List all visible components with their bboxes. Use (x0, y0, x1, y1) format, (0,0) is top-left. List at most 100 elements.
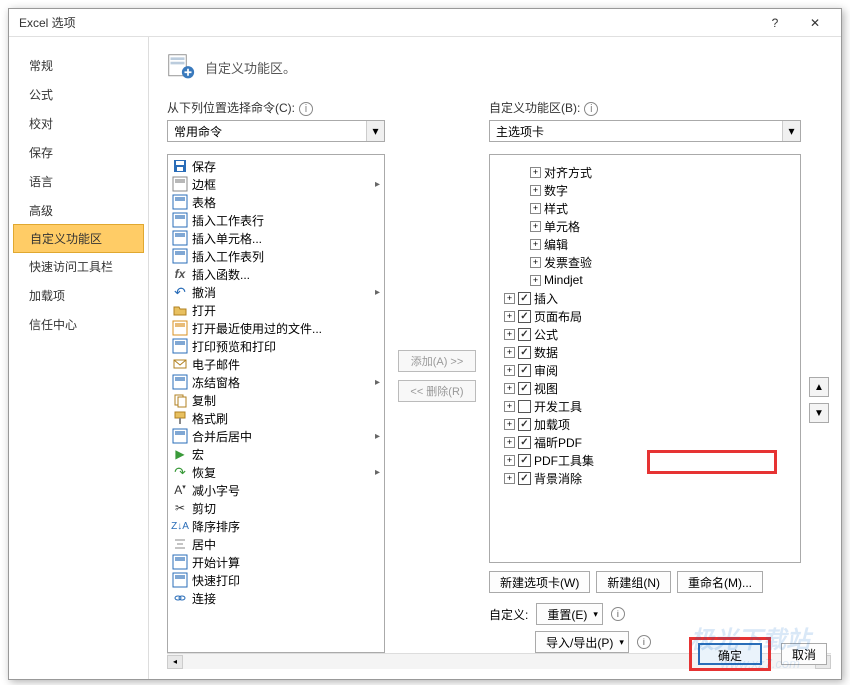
expand-icon[interactable]: + (530, 203, 541, 214)
tree-tab-item[interactable]: +PDF工具集 (496, 451, 794, 469)
expand-icon[interactable]: + (504, 455, 515, 466)
tree-group-item[interactable]: +Mindjet (496, 271, 794, 289)
expand-icon[interactable]: + (530, 185, 541, 196)
expand-icon[interactable]: + (504, 365, 515, 376)
checkbox[interactable] (518, 418, 531, 431)
tree-group-item[interactable]: +样式 (496, 199, 794, 217)
choose-from-dropdown[interactable]: 常用命令 ▾ (167, 120, 385, 142)
sidebar-item[interactable]: 校对 (9, 109, 148, 138)
command-item[interactable]: 插入工作表列 (170, 247, 382, 265)
tree-group-item[interactable]: +单元格 (496, 217, 794, 235)
import-export-button[interactable]: 导入/导出(P) (535, 631, 629, 653)
sidebar-item[interactable]: 语言 (9, 167, 148, 196)
expand-icon[interactable]: + (504, 329, 515, 340)
expand-icon[interactable]: + (504, 437, 515, 448)
command-item[interactable]: 合并后居中▸ (170, 427, 382, 445)
checkbox[interactable] (518, 472, 531, 485)
expand-icon[interactable]: + (504, 311, 515, 322)
reset-button[interactable]: 重置(E) (536, 603, 603, 625)
expand-icon[interactable]: + (530, 167, 541, 178)
expand-icon[interactable]: + (504, 383, 515, 394)
ribbon-tabs-dropdown[interactable]: 主选项卡 ▾ (489, 120, 801, 142)
info-icon[interactable]: i (611, 607, 625, 621)
rename-button[interactable]: 重命名(M)... (677, 571, 763, 593)
info-icon[interactable]: i (637, 635, 651, 649)
sidebar-item[interactable]: 加载项 (9, 281, 148, 310)
command-item[interactable]: 格式刷 (170, 409, 382, 427)
sidebar-item[interactable]: 保存 (9, 138, 148, 167)
ok-button[interactable]: 确定 (698, 643, 762, 665)
expand-icon[interactable]: + (504, 419, 515, 430)
expand-icon[interactable]: + (530, 275, 541, 286)
move-down-button[interactable]: ▼ (809, 403, 829, 423)
command-item[interactable]: 打印预览和打印 (170, 337, 382, 355)
command-item[interactable]: 插入单元格... (170, 229, 382, 247)
tree-tab-item[interactable]: +福昕PDF (496, 433, 794, 451)
expand-icon[interactable]: + (504, 473, 515, 484)
expand-icon[interactable]: + (504, 347, 515, 358)
tree-group-item[interactable]: +数字 (496, 181, 794, 199)
command-item[interactable]: 电子邮件 (170, 355, 382, 373)
tree-tab-item[interactable]: +公式 (496, 325, 794, 343)
checkbox[interactable] (518, 382, 531, 395)
move-up-button[interactable]: ▲ (809, 377, 829, 397)
command-item[interactable]: 复制 (170, 391, 382, 409)
tree-group-item[interactable]: +发票查验 (496, 253, 794, 271)
checkbox[interactable] (518, 310, 531, 323)
tree-tab-item[interactable]: +背景消除 (496, 469, 794, 487)
command-item[interactable]: 快速打印 (170, 571, 382, 589)
command-item[interactable]: 边框▸ (170, 175, 382, 193)
scroll-left-icon[interactable]: ◂ (167, 655, 183, 669)
checkbox[interactable] (518, 400, 531, 413)
sidebar-item[interactable]: 常规 (9, 51, 148, 80)
sidebar-item[interactable]: 公式 (9, 80, 148, 109)
command-item[interactable]: 连接 (170, 589, 382, 607)
sidebar-item[interactable]: 高级 (9, 196, 148, 225)
tree-tab-item[interactable]: +开发工具 (496, 397, 794, 415)
command-item[interactable]: 保存 (170, 157, 382, 175)
command-item[interactable]: Z↓A降序排序 (170, 517, 382, 535)
command-item[interactable]: 插入工作表行 (170, 211, 382, 229)
checkbox[interactable] (518, 346, 531, 359)
expand-icon[interactable]: + (530, 257, 541, 268)
command-item[interactable]: 表格 (170, 193, 382, 211)
command-item[interactable]: 打开 (170, 301, 382, 319)
ribbon-tree[interactable]: +对齐方式+数字+样式+单元格+编辑+发票查验+Mindjet+插入+页面布局+… (489, 154, 801, 563)
tree-group-item[interactable]: +对齐方式 (496, 163, 794, 181)
close-button[interactable]: ✕ (795, 9, 835, 37)
command-item[interactable]: A▾减小字号 (170, 481, 382, 499)
tree-tab-item[interactable]: +页面布局 (496, 307, 794, 325)
cancel-button[interactable]: 取消 (781, 643, 827, 665)
command-item[interactable]: 冻结窗格▸ (170, 373, 382, 391)
tree-tab-item[interactable]: +视图 (496, 379, 794, 397)
expand-icon[interactable]: + (530, 239, 541, 250)
checkbox[interactable] (518, 364, 531, 377)
info-icon[interactable]: i (584, 102, 598, 116)
tree-tab-item[interactable]: +插入 (496, 289, 794, 307)
command-item[interactable]: 居中 (170, 535, 382, 553)
command-item[interactable]: ✂剪切 (170, 499, 382, 517)
remove-button[interactable]: << 删除(R) (398, 380, 476, 402)
expand-icon[interactable]: + (504, 293, 515, 304)
expand-icon[interactable]: + (504, 401, 515, 412)
command-item[interactable]: 打开最近使用过的文件... (170, 319, 382, 337)
new-tab-button[interactable]: 新建选项卡(W) (489, 571, 590, 593)
command-item[interactable]: 开始计算 (170, 553, 382, 571)
sidebar-item[interactable]: 信任中心 (9, 310, 148, 339)
checkbox[interactable] (518, 454, 531, 467)
new-group-button[interactable]: 新建组(N) (596, 571, 671, 593)
checkbox[interactable] (518, 436, 531, 449)
tree-tab-item[interactable]: +数据 (496, 343, 794, 361)
sidebar-item[interactable]: 快速访问工具栏 (9, 252, 148, 281)
add-button[interactable]: 添加(A) >> (398, 350, 476, 372)
tree-tab-item[interactable]: +审阅 (496, 361, 794, 379)
tree-group-item[interactable]: +编辑 (496, 235, 794, 253)
command-item[interactable]: ▶宏 (170, 445, 382, 463)
sidebar-item[interactable]: 自定义功能区 (13, 224, 144, 253)
expand-icon[interactable]: + (530, 221, 541, 232)
tree-tab-item[interactable]: +加载项 (496, 415, 794, 433)
checkbox[interactable] (518, 292, 531, 305)
command-item[interactable]: ↶撤消▸ (170, 283, 382, 301)
checkbox[interactable] (518, 328, 531, 341)
info-icon[interactable]: i (299, 102, 313, 116)
